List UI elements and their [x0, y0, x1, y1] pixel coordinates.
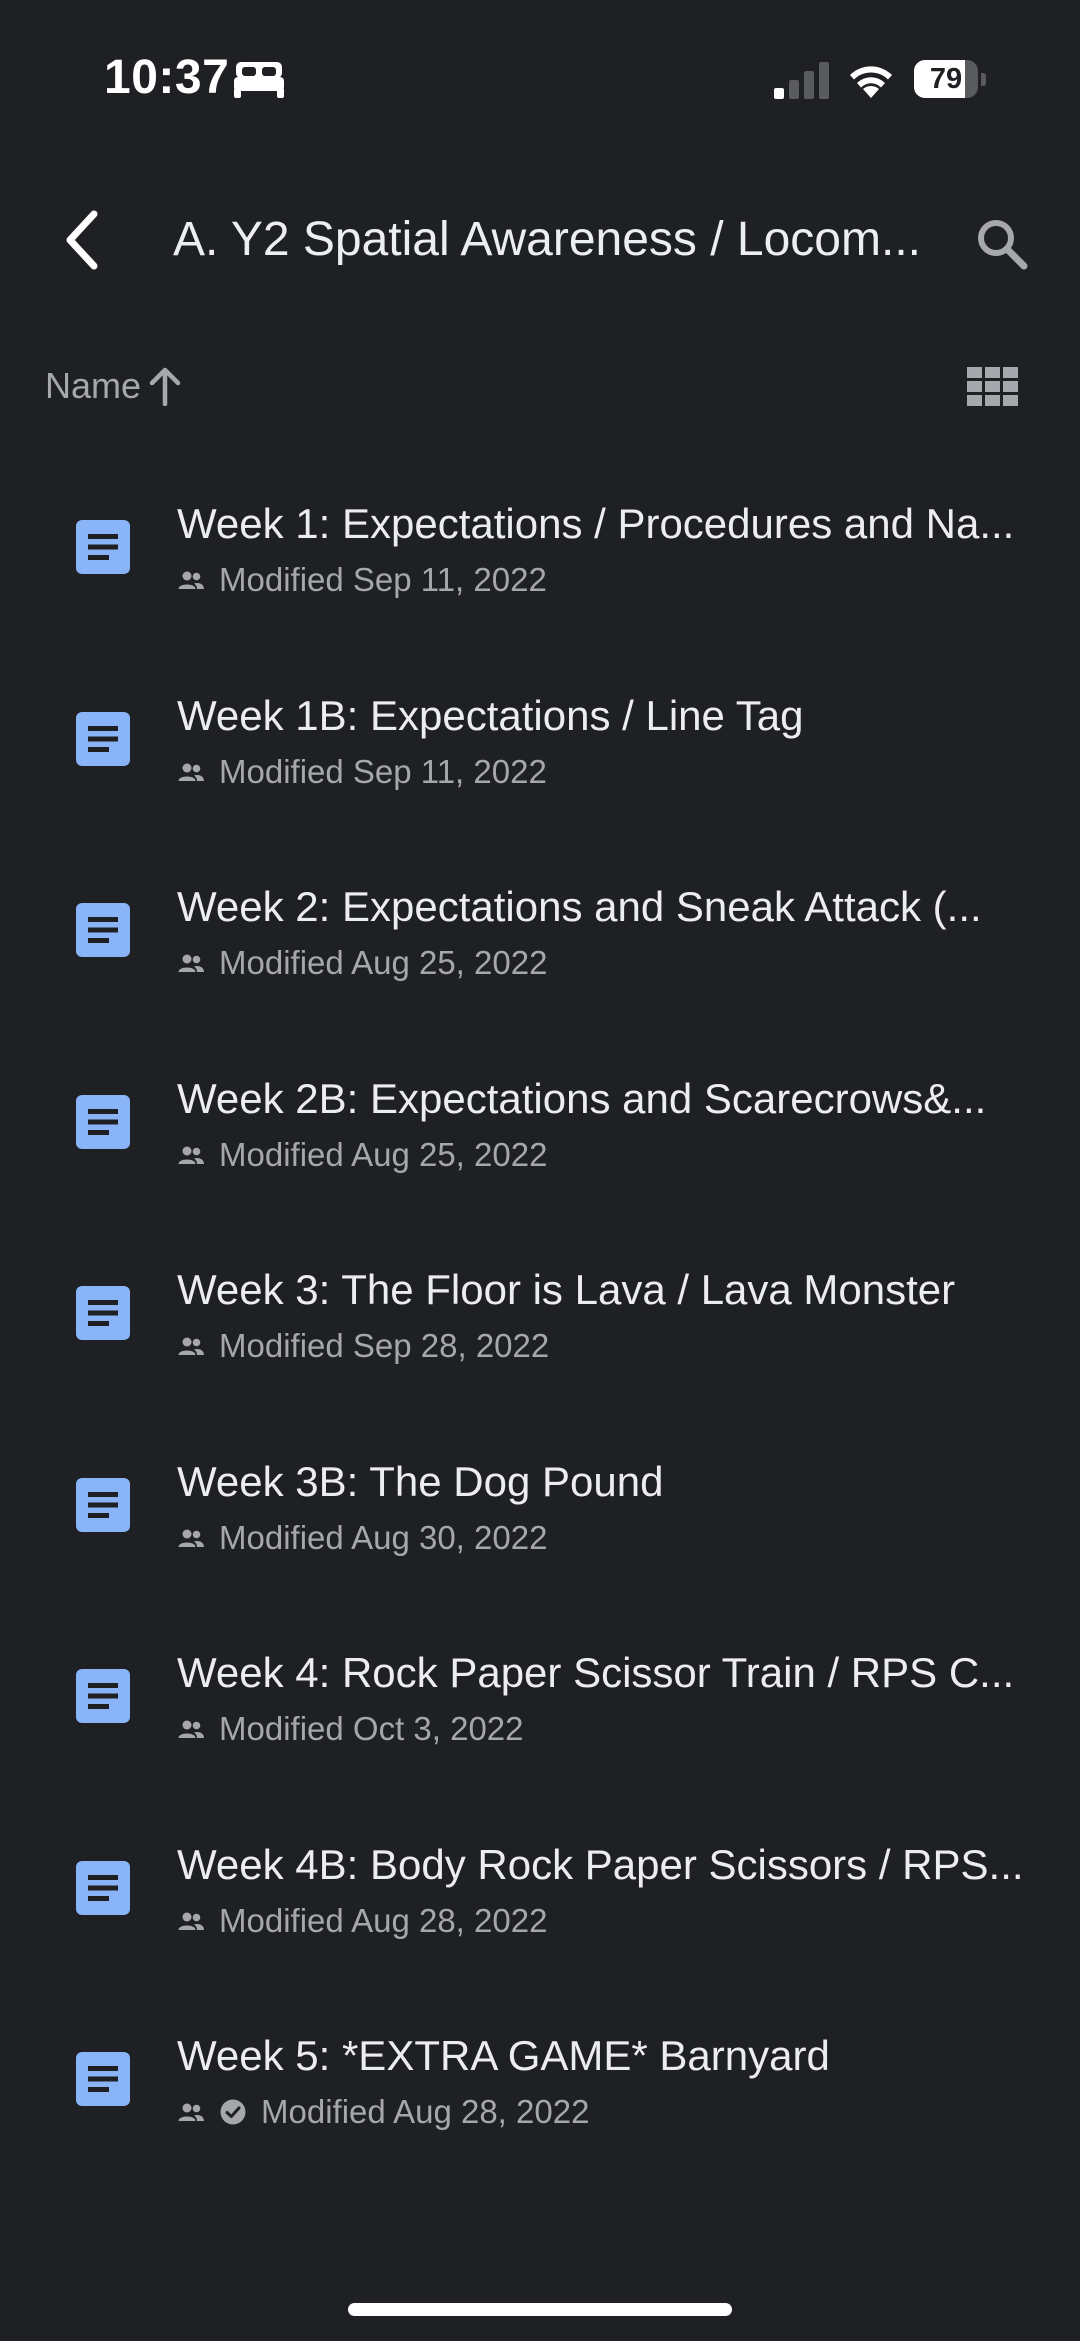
file-row[interactable]: Week 1: Expectations / Procedures and Na…	[0, 460, 1080, 652]
google-docs-icon	[76, 1860, 130, 1915]
google-docs-icon	[76, 1094, 130, 1149]
search-button[interactable]	[960, 202, 1044, 286]
back-button[interactable]	[40, 198, 124, 282]
arrow-up-icon	[149, 367, 181, 406]
file-name: Week 4: Rock Paper Scissor Train / RPS C…	[177, 1649, 1015, 1696]
google-docs-icon	[76, 1477, 130, 1532]
file-name: Week 3B: The Dog Pound	[177, 1457, 664, 1505]
modified-date: Modified Sep 28, 2022	[219, 1327, 550, 1364]
cellular-signal-icon	[774, 62, 829, 99]
file-meta: Modified Sep 11, 2022	[177, 560, 547, 600]
shared-people-icon	[178, 571, 204, 589]
search-icon	[978, 220, 1028, 270]
google-docs-icon	[76, 1286, 130, 1340]
modified-date: Modified Sep 11, 2022	[219, 752, 547, 790]
file-meta: Modified Aug 28, 2022	[177, 2092, 589, 2132]
file-name: Week 2: Expectations and Sneak Attack (.…	[177, 883, 982, 930]
sort-by-name-button[interactable]: Name	[45, 358, 183, 414]
google-docs-icon	[76, 903, 130, 957]
google-docs-icon	[76, 520, 130, 574]
modified-date: Modified Sep 11, 2022	[219, 561, 547, 598]
status-bar: 10:37 79	[0, 0, 1080, 160]
google-docs-icon	[76, 2052, 130, 2106]
folder-title: A. Y2 Spatial Awareness / Locom...	[173, 213, 921, 266]
shared-people-icon	[178, 2103, 204, 2121]
shared-people-icon	[178, 954, 204, 972]
shared-people-icon	[178, 763, 204, 781]
file-name: Week 1: Expectations / Procedures and Na…	[177, 500, 1015, 547]
verified-check-icon	[220, 2099, 246, 2125]
file-row[interactable]: Week 5: *EXTRA GAME* Barnyard Modified Au…	[0, 1992, 1080, 2184]
file-row[interactable]: Week 2: Expectations and Sneak Attack (.…	[0, 843, 1080, 1035]
battery-level: 79	[929, 63, 963, 95]
modified-date: Modified Aug 30, 2022	[219, 1518, 548, 1556]
file-row[interactable]: Week 3B: The Dog Pound Modified Aug 30, 2…	[0, 1418, 1080, 1610]
google-docs-icon	[76, 711, 130, 766]
file-row[interactable]: Week 1B: Expectations / Line Tag Modified…	[0, 652, 1080, 844]
shared-people-icon	[178, 1337, 204, 1355]
bed-icon	[234, 62, 284, 98]
modified-date: Modified Aug 28, 2022	[261, 2093, 590, 2130]
shared-people-icon	[178, 1529, 204, 1547]
file-meta: Modified Sep 28, 2022	[177, 1326, 549, 1366]
sort-label: Name	[45, 365, 142, 406]
file-meta: Modified Aug 25, 2022	[177, 1135, 547, 1175]
wifi-icon	[850, 66, 892, 98]
file-name: Week 1B: Expectations / Line Tag	[177, 691, 804, 739]
battery-indicator: 79	[914, 60, 986, 98]
grid-view-icon	[967, 367, 1018, 406]
file-name: Week 3: The Floor is Lava / Lava Monster	[177, 1266, 956, 1313]
shared-people-icon	[178, 1146, 204, 1164]
file-row[interactable]: Week 4: Rock Paper Scissor Train / RPS C…	[0, 1609, 1080, 1801]
shared-people-icon	[178, 1912, 204, 1930]
file-meta: Modified Sep 11, 2022	[177, 752, 547, 792]
modified-date: Modified Aug 28, 2022	[219, 1901, 548, 1939]
file-list: Week 1: Expectations / Procedures and Na…	[0, 460, 1080, 2184]
file-name: Week 5: *EXTRA GAME* Barnyard	[177, 2032, 830, 2079]
grid-view-button[interactable]	[958, 356, 1028, 418]
file-name: Week 4B: Body Rock Paper Scissors / RPS.…	[177, 1840, 1024, 1888]
file-row[interactable]: Week 3: The Floor is Lava / Lava Monster…	[0, 1226, 1080, 1418]
top-app-bar: A. Y2 Spatial Awareness / Locom...	[0, 180, 1080, 300]
chevron-left-icon	[66, 210, 98, 270]
home-indicator[interactable]	[348, 2303, 732, 2316]
file-meta: Modified Aug 28, 2022	[177, 1901, 547, 1941]
shared-people-icon	[178, 1720, 204, 1738]
file-meta: Modified Aug 30, 2022	[177, 1518, 547, 1558]
google-docs-icon	[76, 1669, 130, 1723]
sort-row: Name	[0, 350, 1080, 422]
file-meta: Modified Aug 25, 2022	[177, 943, 547, 983]
status-time: 10:37	[104, 51, 230, 104]
modified-date: Modified Oct 3, 2022	[219, 1710, 524, 1747]
modified-date: Modified Aug 25, 2022	[219, 944, 548, 981]
file-meta: Modified Oct 3, 2022	[177, 1709, 524, 1749]
file-row[interactable]: Week 4B: Body Rock Paper Scissors / RPS.…	[0, 1801, 1080, 1993]
modified-date: Modified Aug 25, 2022	[219, 1135, 548, 1173]
file-name: Week 2B: Expectations and Scarecrows&...	[177, 1074, 987, 1122]
file-row[interactable]: Week 2B: Expectations and Scarecrows&...…	[0, 1035, 1080, 1227]
